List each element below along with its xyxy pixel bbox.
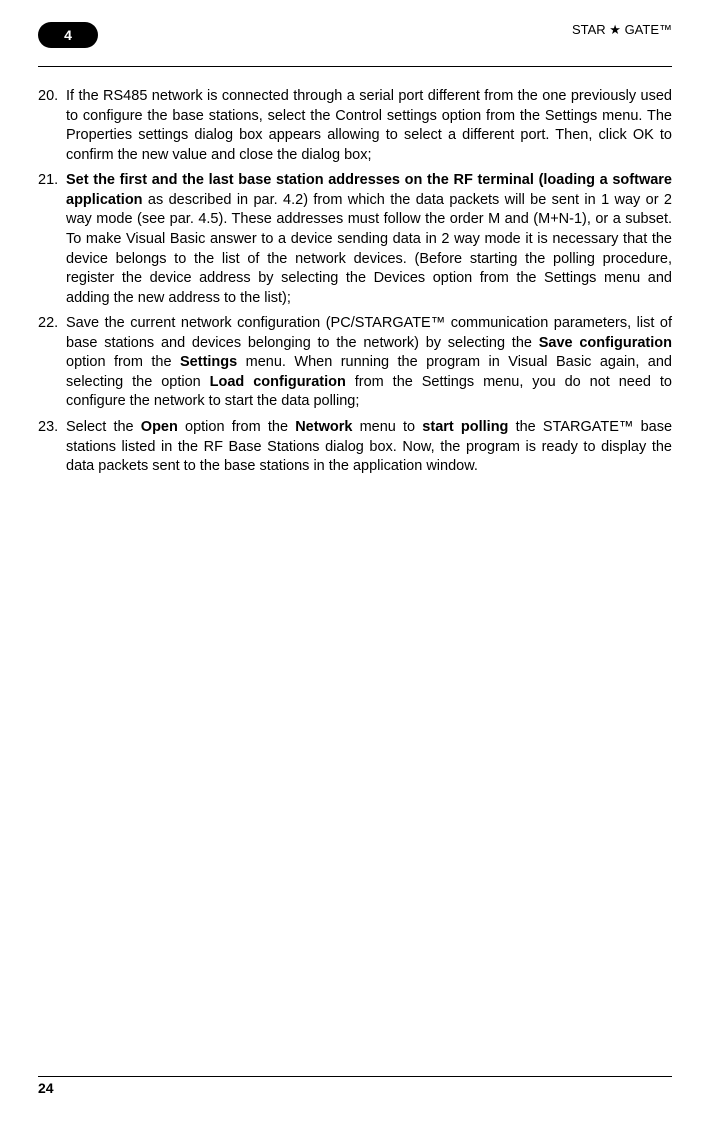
text-bold: Network: [295, 419, 352, 435]
item-number: 23.: [38, 418, 66, 477]
page-footer: 24: [38, 1076, 672, 1098]
text-bold: Open: [141, 419, 178, 435]
text-span: as described in par. 4.2) from which the…: [66, 192, 672, 306]
item-text: Save the current network configuration (…: [66, 314, 672, 412]
item-number: 22.: [38, 314, 66, 412]
text-bold: Settings: [180, 354, 237, 370]
text-span: Select the: [66, 419, 141, 435]
page-number: 24: [38, 1080, 54, 1096]
document-title: STAR ★ GATE™: [572, 22, 672, 38]
item-text: Select the Open option from the Network …: [66, 418, 672, 477]
list-item: 22. Save the current network configurati…: [38, 314, 672, 412]
item-number: 21.: [38, 171, 66, 308]
item-text: If the RS485 network is connected throug…: [66, 87, 672, 165]
list-item: 23. Select the Open option from the Netw…: [38, 418, 672, 477]
text-bold: start polling: [422, 419, 508, 435]
text-span: menu to: [352, 419, 422, 435]
list-item: 21. Set the first and the last base stat…: [38, 171, 672, 308]
item-number: 20.: [38, 87, 66, 165]
page-header: 4 STAR ★ GATE™: [38, 32, 672, 67]
document-content: 20. If the RS485 network is connected th…: [38, 87, 672, 477]
text-span: option from the: [178, 419, 295, 435]
text-span: option from the: [66, 354, 180, 370]
list-item: 20. If the RS485 network is connected th…: [38, 87, 672, 165]
text-bold: Save configuration: [539, 335, 672, 351]
text-bold: Load configuration: [210, 374, 346, 390]
chapter-tab: 4: [38, 22, 98, 48]
item-text: Set the first and the last base station …: [66, 171, 672, 308]
chapter-number: 4: [64, 27, 72, 43]
